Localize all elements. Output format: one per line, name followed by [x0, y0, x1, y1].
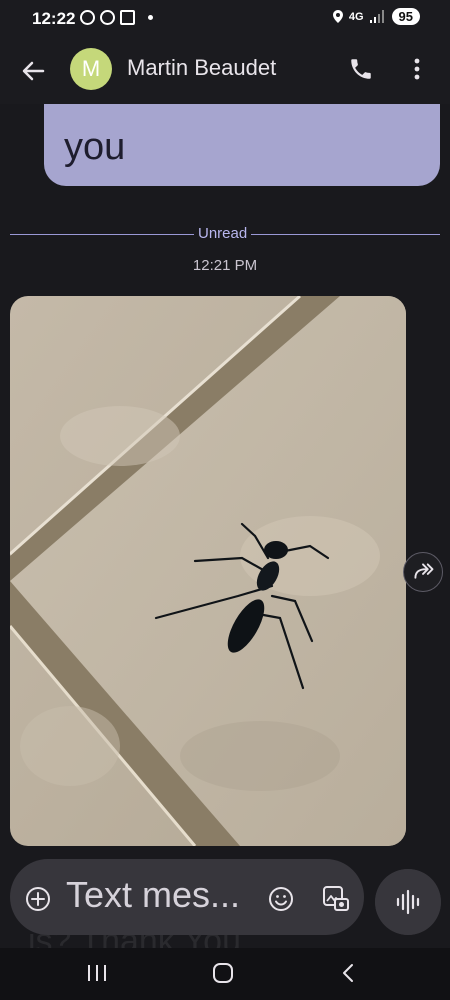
compose-field[interactable]: [10, 859, 364, 935]
arrow-left-icon[interactable]: [18, 56, 48, 86]
notification-icons: [80, 10, 153, 25]
network-type: 4G: [348, 10, 364, 23]
phone-icon[interactable]: [348, 56, 374, 82]
more-vert-icon[interactable]: [408, 54, 426, 84]
status-time: 12:22: [32, 9, 76, 28]
conversation-list[interactable]: you Unread 12:21 PM: [0, 104, 450, 852]
add-circle-icon[interactable]: [25, 886, 51, 912]
forward-icon[interactable]: [403, 552, 443, 592]
message-text: you: [64, 126, 126, 168]
recents-icon[interactable]: [86, 963, 108, 983]
basketball-icon: [80, 10, 95, 25]
voice-wave-icon[interactable]: [375, 869, 441, 935]
location-icon: [332, 10, 343, 23]
gallery-icon[interactable]: [322, 885, 350, 913]
back-chevron-icon[interactable]: [340, 962, 356, 984]
contact-name[interactable]: Martin Beaudet: [127, 55, 276, 81]
battery-level: 95: [391, 8, 420, 25]
message-input[interactable]: [66, 873, 256, 917]
unread-divider-label: Unread: [194, 225, 252, 242]
threads-icon: [100, 10, 115, 25]
home-icon[interactable]: [212, 962, 234, 984]
compose-bar: is? Thank You: [0, 852, 450, 960]
avatar[interactable]: M: [70, 48, 112, 90]
app-bar: M Martin Beaudet: [0, 38, 450, 104]
signal-icon: [369, 10, 384, 23]
message-timestamp: 12:21 PM: [192, 257, 258, 274]
incoming-photo-message[interactable]: [10, 296, 406, 846]
navigation-bar: [0, 948, 450, 1000]
outgoing-message-bubble[interactable]: you: [44, 104, 440, 186]
news-icon: [120, 10, 135, 25]
system-icons: 4G 95: [332, 8, 420, 25]
more-notifications-dot-icon: [148, 15, 153, 20]
status-bar: 12:22 4G 95: [0, 0, 450, 38]
emoji-icon[interactable]: [268, 886, 294, 912]
